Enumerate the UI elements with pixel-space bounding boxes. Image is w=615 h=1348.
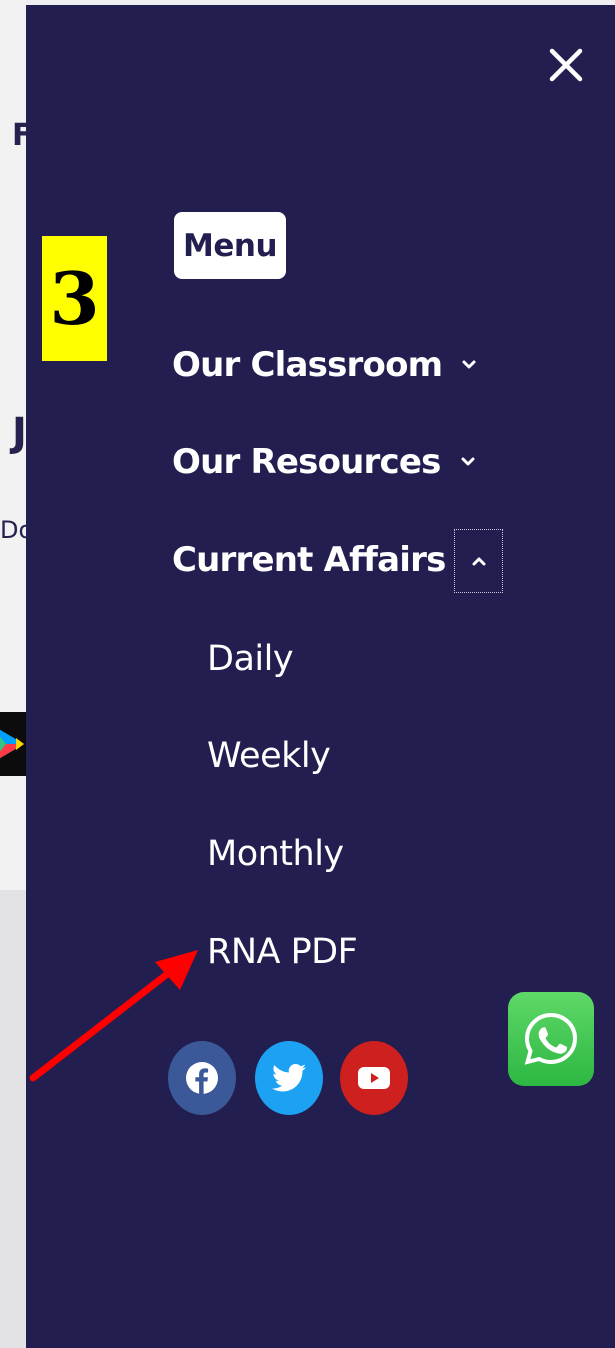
twitter-button[interactable] — [255, 1041, 323, 1115]
navigation-drawer: Menu Our Classroom Our Resources Current… — [26, 5, 615, 1348]
youtube-button[interactable] — [340, 1041, 408, 1115]
menu-label: Menu — [174, 212, 287, 279]
chevron-up-icon — [472, 557, 485, 566]
facebook-icon — [186, 1062, 218, 1094]
background-page: F J Do — [0, 0, 26, 1348]
close-button[interactable] — [546, 45, 586, 85]
play-store-icon — [0, 729, 24, 759]
current-affairs-toggle[interactable] — [454, 529, 503, 593]
whatsapp-button[interactable] — [508, 992, 594, 1086]
nav-item-current-affairs[interactable]: Current Affairs — [172, 540, 446, 580]
background-text-fragment: Do — [0, 516, 26, 544]
background-lower-section — [0, 890, 26, 1348]
step-number-badge: 3 — [42, 236, 107, 361]
nav-item-label: Our Classroom — [172, 345, 443, 385]
nav-item-label: Current Affairs — [172, 540, 446, 580]
sub-item-rna-pdf[interactable]: RNA PDF — [207, 932, 358, 972]
play-store-badge[interactable] — [0, 712, 26, 776]
sub-item-daily[interactable]: Daily — [207, 639, 294, 679]
close-icon — [549, 48, 583, 82]
nav-item-our-classroom[interactable]: Our Classroom — [172, 345, 480, 385]
background-text-fragment: J — [12, 410, 26, 456]
twitter-icon — [272, 1063, 306, 1092]
nav-item-our-resources[interactable]: Our Resources — [172, 442, 479, 482]
chevron-down-icon — [461, 457, 475, 466]
youtube-icon — [358, 1067, 390, 1089]
nav-item-label: Our Resources — [172, 442, 441, 482]
whatsapp-icon — [524, 1012, 578, 1065]
facebook-button[interactable] — [168, 1041, 236, 1115]
chevron-down-icon — [462, 360, 476, 369]
sub-item-weekly[interactable]: Weekly — [207, 736, 331, 776]
sub-item-monthly[interactable]: Monthly — [207, 834, 344, 874]
background-text-fragment: F — [12, 118, 26, 153]
